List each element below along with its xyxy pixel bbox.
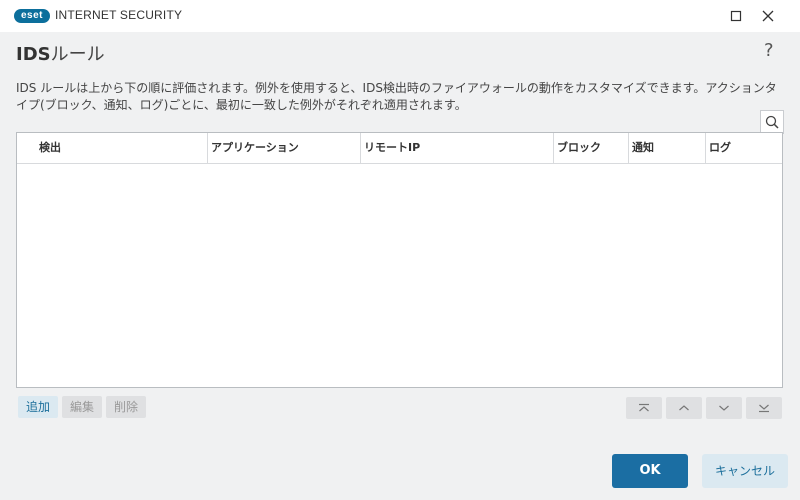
move-bottom-button[interactable] — [746, 397, 782, 419]
search-button[interactable] — [760, 110, 784, 134]
maximize-button[interactable] — [724, 4, 748, 28]
delete-button[interactable]: 削除 — [106, 396, 147, 418]
page-title-rest: ルール — [50, 44, 105, 65]
ok-button[interactable]: OK — [612, 454, 688, 488]
help-button[interactable]: ? — [764, 40, 774, 61]
eset-logo: eset — [14, 9, 50, 23]
move-up-button[interactable] — [666, 397, 702, 419]
rules-table: 検出 アプリケーション リモートIP ブロック 通知 ログ — [16, 132, 783, 388]
table-actions: 追加 編集 削除 — [18, 396, 147, 418]
search-icon — [765, 115, 779, 129]
column-block[interactable]: ブロック — [554, 133, 629, 163]
product-name: INTERNET SECURITY — [55, 8, 183, 22]
add-button[interactable]: 追加 — [18, 396, 59, 418]
page-title-bold: IDS — [16, 44, 51, 65]
title-bar: eset INTERNET SECURITY — [0, 0, 800, 32]
move-up-icon — [679, 405, 689, 411]
edit-button[interactable]: 編集 — [62, 396, 103, 418]
description-text: IDS ルールは上から下の順に評価されます。例外を使用すると、IDS検出時のファ… — [16, 81, 777, 112]
page-title: IDSルール — [16, 40, 105, 66]
close-icon — [762, 10, 774, 22]
move-down-icon — [719, 405, 729, 411]
move-down-button[interactable] — [706, 397, 742, 419]
move-bottom-icon — [759, 404, 769, 413]
column-log[interactable]: ログ — [706, 133, 782, 163]
cancel-button[interactable]: キャンセル — [702, 454, 788, 488]
close-button[interactable] — [756, 4, 780, 28]
column-notify[interactable]: 通知 — [629, 133, 706, 163]
column-remote-ip[interactable]: リモートIP — [361, 133, 554, 163]
column-application[interactable]: アプリケーション — [208, 133, 361, 163]
move-top-button[interactable] — [626, 397, 662, 419]
maximize-icon — [730, 10, 742, 22]
column-detection[interactable]: 検出 — [17, 133, 208, 163]
table-header: 検出 アプリケーション リモートIP ブロック 通知 ログ — [17, 133, 782, 164]
move-top-icon — [639, 403, 649, 412]
